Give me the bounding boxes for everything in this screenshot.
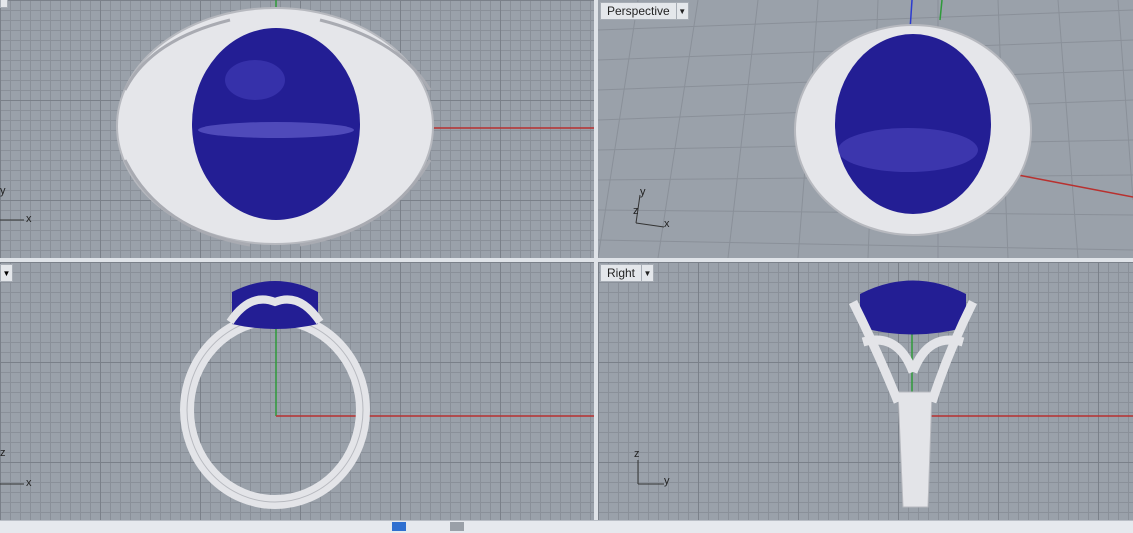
gem-perspective	[835, 34, 991, 214]
ring-band-front	[180, 311, 370, 509]
front-view-scene	[180, 281, 594, 509]
gem-highlight	[838, 128, 978, 172]
gem-highlight	[198, 122, 354, 138]
viewport-top[interactable]: y x	[0, 0, 594, 258]
status-indicator-icon[interactable]	[392, 522, 406, 531]
gem-reflection	[225, 60, 285, 100]
gizmo-z-label: z	[0, 447, 6, 459]
chevron-down-icon[interactable]: ▼	[641, 265, 653, 281]
viewport-label-perspective[interactable]: Perspective ▼	[600, 2, 689, 20]
top-view-scene	[116, 0, 594, 247]
viewport-menu-stub[interactable]	[0, 0, 8, 8]
status-indicator-icon[interactable]	[450, 522, 464, 531]
viewport-divider-vertical[interactable]	[594, 0, 598, 532]
ring-shank-side	[897, 391, 933, 508]
viewport-front[interactable]: ▼ z x	[0, 262, 594, 520]
axis-gizmo-icon	[0, 483, 24, 485]
gizmo-z-label: z	[634, 448, 640, 460]
gizmo-y-label: y	[640, 186, 646, 198]
viewport-menu-button[interactable]: ▼	[0, 264, 13, 282]
chevron-down-icon[interactable]: ▼	[675, 3, 688, 19]
gizmo-x-label: x	[26, 477, 32, 489]
gizmo-z-label: z	[633, 205, 639, 217]
gizmo-x-label: x	[26, 213, 32, 225]
status-bar	[0, 520, 1133, 533]
viewport-perspective[interactable]: Perspective ▼ y z x	[598, 0, 1133, 258]
viewport-divider-horizontal[interactable]	[0, 258, 1133, 262]
gizmo-y-label: y	[0, 185, 6, 197]
axis-gizmo-icon	[637, 460, 664, 485]
gizmo-x-label: x	[664, 218, 670, 230]
viewport-title: Right	[607, 266, 636, 280]
viewport-label-right[interactable]: Right ▼	[600, 264, 655, 282]
gem-side	[860, 280, 966, 335]
viewport-right[interactable]: Right ▼ z y	[598, 262, 1133, 520]
x-axis-line	[1017, 174, 1133, 198]
gizmo-y-label: y	[664, 475, 670, 487]
viewport-title: Perspective	[607, 4, 670, 18]
